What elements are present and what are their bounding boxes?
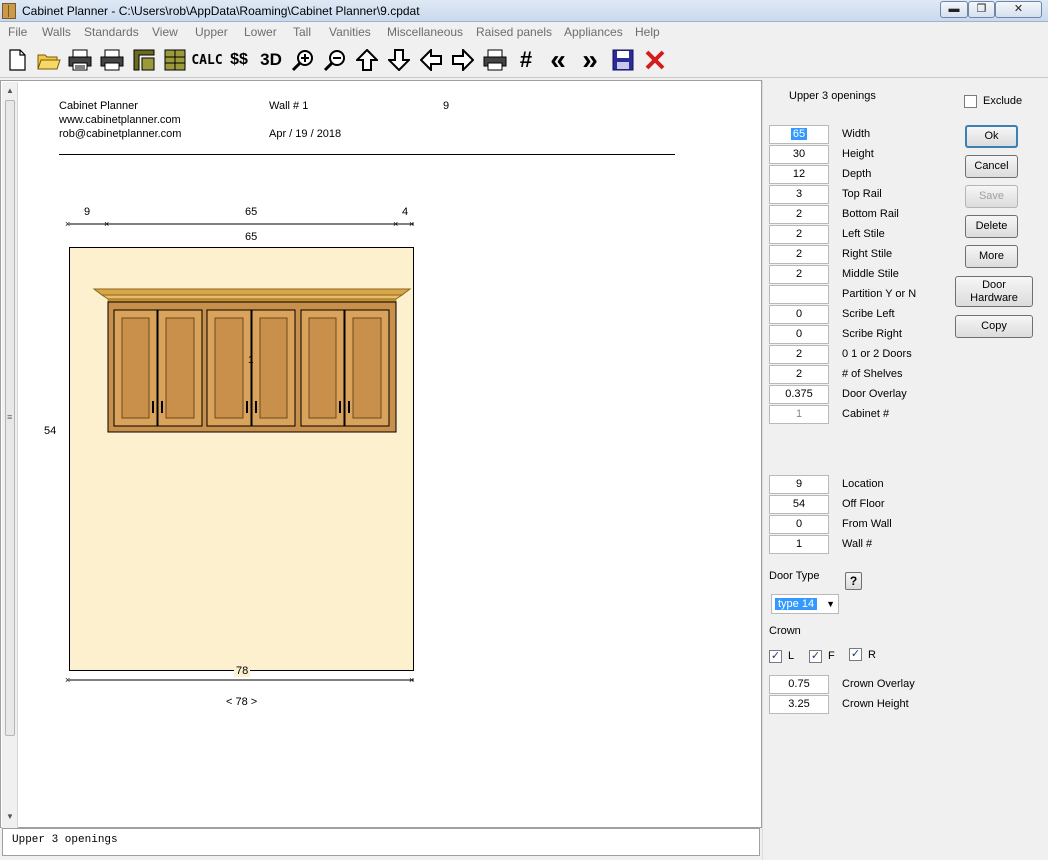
ok-button[interactable]: Ok bbox=[965, 125, 1018, 148]
crown-overlay-label: Crown Overlay bbox=[842, 678, 915, 690]
crown-overlay-field[interactable]: 0.75 bbox=[769, 675, 829, 694]
shelves-label: # of Shelves bbox=[842, 368, 903, 380]
close-window-button[interactable]: ✕ bbox=[995, 1, 1042, 18]
exclude-label: Exclude bbox=[983, 95, 1023, 107]
door-hardware-line1: Door bbox=[982, 279, 1006, 291]
crown-right-checkbox[interactable]: ✓ bbox=[849, 648, 862, 661]
door-overlay-label: Door Overlay bbox=[842, 388, 907, 400]
location-label: Location bbox=[842, 478, 884, 490]
crown-front-checkbox[interactable]: ✓ bbox=[809, 650, 822, 663]
status-line: Upper 3 openings bbox=[2, 828, 760, 856]
panel-title: Upper 3 openings bbox=[789, 90, 876, 102]
left-stile-label: Left Stile bbox=[842, 228, 885, 240]
save-button[interactable]: Save bbox=[965, 185, 1018, 208]
location-field[interactable]: 9 bbox=[769, 475, 829, 494]
top-rail-label: Top Rail bbox=[842, 188, 882, 200]
maximize-button[interactable]: ❐ bbox=[968, 1, 995, 18]
dim-right-offset: 4 bbox=[402, 206, 409, 218]
crown-right-label: R bbox=[868, 649, 876, 661]
dim-cabinet-width: 65 bbox=[245, 231, 258, 243]
partition-field[interactable] bbox=[769, 285, 829, 304]
exclude-checkbox[interactable] bbox=[964, 95, 977, 108]
wall-number-field[interactable]: 1 bbox=[769, 535, 829, 554]
width-label: Width bbox=[842, 128, 871, 140]
height-field[interactable]: 30 bbox=[769, 145, 829, 164]
svg-text:×: × bbox=[65, 675, 70, 685]
middle-stile-field[interactable]: 2 bbox=[769, 265, 829, 284]
bottom-rail-label: Bottom Rail bbox=[842, 208, 899, 220]
scribe-left-field[interactable]: 0 bbox=[769, 305, 829, 324]
svg-text:×: × bbox=[393, 219, 398, 229]
crown-front-label: F bbox=[828, 650, 835, 662]
depth-label: Depth bbox=[842, 168, 872, 180]
cabinet-number-field: 1 bbox=[769, 405, 829, 424]
off-floor-label: Off Floor bbox=[842, 498, 885, 510]
svg-text:×: × bbox=[409, 675, 414, 685]
scribe-right-label: Scribe Right bbox=[842, 328, 902, 340]
shelves-field[interactable]: 2 bbox=[769, 365, 829, 384]
scribe-left-label: Scribe Left bbox=[842, 308, 895, 320]
doors-count-label: 0 1 or 2 Doors bbox=[842, 348, 912, 360]
from-wall-field[interactable]: 0 bbox=[769, 515, 829, 534]
door-type-label: Door Type bbox=[769, 570, 820, 582]
from-wall-label: From Wall bbox=[842, 518, 892, 530]
door-hardware-line2: Hardware bbox=[970, 292, 1018, 304]
right-stile-label: Right Stile bbox=[842, 248, 893, 260]
delete-button[interactable]: Delete bbox=[965, 215, 1018, 238]
bottom-rail-field[interactable]: 2 bbox=[769, 205, 829, 224]
middle-stile-label: Middle Stile bbox=[842, 268, 899, 280]
minimize-button[interactable]: ▬ bbox=[940, 1, 968, 18]
dim-cabinet-width-top: 65 bbox=[245, 206, 258, 218]
wall-number-label: Wall # bbox=[842, 538, 873, 550]
depth-field[interactable]: 12 bbox=[769, 165, 829, 184]
dim-left-offset: 9 bbox=[84, 206, 91, 218]
svg-text:×: × bbox=[409, 219, 414, 229]
left-stile-field[interactable]: 2 bbox=[769, 225, 829, 244]
dim-off-floor: 54 bbox=[44, 425, 57, 437]
scribe-right-field[interactable]: 0 bbox=[769, 325, 829, 344]
wall-width-label: < 78 > bbox=[226, 696, 258, 708]
crown-height-field[interactable]: 3.25 bbox=[769, 695, 829, 714]
top-rail-field[interactable]: 3 bbox=[769, 185, 829, 204]
crown-left-label: L bbox=[788, 650, 795, 662]
copy-button[interactable]: Copy bbox=[955, 315, 1033, 338]
crown-label: Crown bbox=[769, 625, 801, 637]
door-overlay-field[interactable]: 0.375 bbox=[769, 385, 829, 404]
doors-count-field[interactable]: 2 bbox=[769, 345, 829, 364]
width-field[interactable]: 65 bbox=[769, 125, 829, 144]
off-floor-field[interactable]: 54 bbox=[769, 495, 829, 514]
door-type-help-button[interactable]: ? bbox=[845, 572, 862, 590]
cancel-button[interactable]: Cancel bbox=[965, 155, 1018, 178]
door-type-select[interactable]: type 14 ▼ bbox=[771, 594, 839, 614]
more-button[interactable]: More bbox=[965, 245, 1018, 268]
cabinet-number-label: 1 bbox=[248, 355, 254, 366]
svg-text:×: × bbox=[65, 219, 70, 229]
right-stile-field[interactable]: 2 bbox=[769, 245, 829, 264]
crown-left-checkbox[interactable]: ✓ bbox=[769, 650, 782, 663]
partition-label: Partition Y or N bbox=[842, 288, 917, 300]
door-hardware-button[interactable]: Door Hardware bbox=[955, 276, 1033, 307]
crown-height-label: Crown Height bbox=[842, 698, 909, 710]
door-type-value: type 14 bbox=[775, 598, 818, 610]
wall-width-dim: 78 bbox=[234, 665, 251, 677]
height-label: Height bbox=[842, 148, 874, 160]
svg-text:×: × bbox=[104, 219, 109, 229]
chevron-down-icon[interactable]: ▼ bbox=[826, 599, 835, 609]
cabinet-number-field-label: Cabinet # bbox=[842, 408, 890, 420]
